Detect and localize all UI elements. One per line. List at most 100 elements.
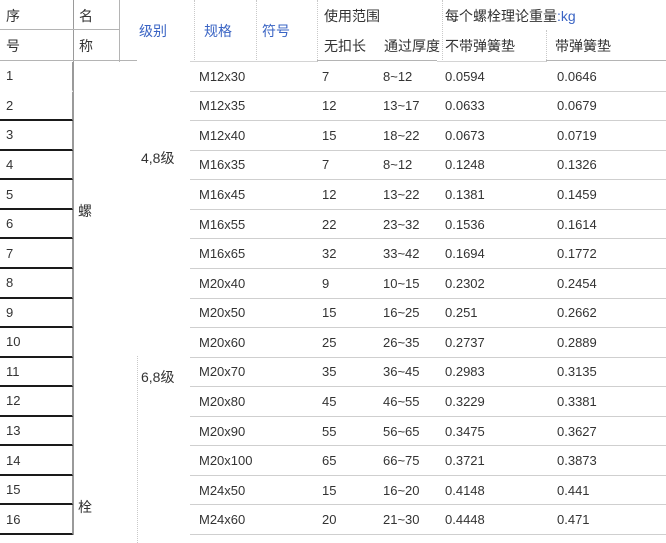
cell-symbol: [257, 151, 312, 181]
cell-symbol: [257, 92, 312, 122]
cell-weight-spring: 0.3873: [547, 446, 666, 476]
table-row: 2 M12x35 12 13~17 0.0633 0.0679: [0, 92, 666, 122]
cell-seq-number: 11: [0, 358, 73, 388]
cell-symbol: [257, 269, 312, 299]
cell-name-level-gap: [73, 62, 190, 92]
cell-symbol: [257, 121, 312, 151]
cell-thickness-range: 36~45: [375, 358, 437, 388]
cell-weight-spring: 0.1614: [547, 210, 666, 240]
cell-weight-spring: 0.3381: [547, 387, 666, 417]
cell-weight-plain: 0.1694: [437, 239, 547, 269]
header-without-spring-washer: 不带弹簧垫: [445, 39, 515, 54]
cell-thickness-range: 13~22: [375, 180, 437, 210]
cell-thickness-range: 13~17: [375, 92, 437, 122]
table-row: 3 M12x40 15 18~22 0.0673 0.0719: [0, 121, 666, 151]
cell-weight-plain: 0.4448: [437, 505, 547, 535]
table-row: 8 M20x40 9 10~15 0.2302 0.2454: [0, 269, 666, 299]
cell-symbol: [257, 476, 312, 506]
cell-seq-number: 15: [0, 476, 73, 506]
cell-no-thread-length: 55: [312, 417, 375, 447]
cell-symbol: [257, 446, 312, 476]
cell-weight-spring: 0.2454: [547, 269, 666, 299]
header-level: 级别: [139, 24, 167, 39]
cell-symbol: [257, 210, 312, 240]
table-row: 12 M20x80 45 46~55 0.3229 0.3381: [0, 387, 666, 417]
cell-weight-plain: 0.0673: [437, 121, 547, 151]
cell-name-level-gap: [73, 180, 190, 210]
cell-no-thread-length: 7: [312, 62, 375, 92]
spec-symbol-divider: [256, 0, 257, 62]
header-with-spring-washer: 带弹簧垫: [555, 39, 611, 54]
cell-spec: M20x90: [190, 417, 257, 447]
cell-weight-plain: 0.0594: [437, 62, 547, 92]
cell-spec: M24x60: [190, 505, 257, 535]
cell-no-thread-length: 20: [312, 505, 375, 535]
table-row: 1 M12x30 7 8~12 0.0594 0.0646: [0, 62, 666, 92]
cell-spec: M16x65: [190, 239, 257, 269]
cell-name-level-gap: [73, 358, 190, 388]
cell-no-thread-length: 15: [312, 299, 375, 329]
usage-weight-divider: [442, 0, 443, 62]
cell-seq-number: 9: [0, 299, 73, 329]
cell-thickness-range: 66~75: [375, 446, 437, 476]
table-row: 4 M16x35 7 8~12 0.1248 0.1326: [0, 151, 666, 181]
cell-symbol: [257, 180, 312, 210]
cell-thickness-range: 18~22: [375, 121, 437, 151]
cell-name-level-gap: [73, 121, 190, 151]
seq-name-header-split: [0, 29, 119, 30]
cell-seq-number: 13: [0, 417, 73, 447]
header-unit-weight: 每个螺栓理论重量:kg: [445, 9, 576, 24]
cell-no-thread-length: 15: [312, 121, 375, 151]
cell-thickness-range: 10~15: [375, 269, 437, 299]
cell-weight-plain: 0.1248: [437, 151, 547, 181]
cell-symbol: [257, 387, 312, 417]
cell-weight-spring: 0.0719: [547, 121, 666, 151]
cell-name-level-gap: [73, 210, 190, 240]
header-bottom-left: [0, 60, 137, 61]
cell-weight-spring: 0.1459: [547, 180, 666, 210]
cell-weight-plain: 0.1536: [437, 210, 547, 240]
cell-spec: M16x55: [190, 210, 257, 240]
cell-weight-spring: 0.0679: [547, 92, 666, 122]
cell-no-thread-length: 12: [312, 92, 375, 122]
cell-thickness-range: 21~30: [375, 505, 437, 535]
cell-weight-spring: 0.471: [547, 505, 666, 535]
cell-symbol: [257, 299, 312, 329]
cell-weight-spring: 0.2662: [547, 299, 666, 329]
cell-symbol: [257, 505, 312, 535]
cell-name-level-gap: [73, 269, 190, 299]
header-through-thickness: 通过厚度: [384, 39, 440, 54]
cell-spec: M20x70: [190, 358, 257, 388]
header-unit-weight-unit: :kg: [557, 8, 576, 24]
header-no-thread-length: 无扣长: [324, 39, 366, 54]
cell-no-thread-length: 7: [312, 151, 375, 181]
cell-no-thread-length: 65: [312, 446, 375, 476]
cell-weight-spring: 0.2889: [547, 328, 666, 358]
cell-seq-number: 3: [0, 121, 73, 151]
header-bottom-spring: [546, 60, 666, 61]
table-row: 11 M20x70 35 36~45 0.2983 0.3135: [0, 358, 666, 388]
cell-name-level-gap: [73, 505, 190, 535]
cell-seq-number: 4: [0, 151, 73, 181]
cell-spec: M12x35: [190, 92, 257, 122]
level-spec-divider: [194, 0, 195, 62]
cell-no-thread-length: 12: [312, 180, 375, 210]
cell-weight-plain: 0.2302: [437, 269, 547, 299]
cell-weight-spring: 0.1326: [547, 151, 666, 181]
cell-name-level-gap: [73, 328, 190, 358]
cell-weight-spring: 0.3135: [547, 358, 666, 388]
cell-spec: M20x100: [190, 446, 257, 476]
bolt-weight-table: 序 号 名 称 级别 规格 符号 使用范围 每个螺栓理论重量:kg 无扣长 通过…: [0, 0, 666, 543]
cell-spec: M20x80: [190, 387, 257, 417]
cell-weight-spring: 0.3627: [547, 417, 666, 447]
cell-weight-spring: 0.1772: [547, 239, 666, 269]
table-row: 6 M16x55 22 23~32 0.1536 0.1614: [0, 210, 666, 240]
cell-no-thread-length: 25: [312, 328, 375, 358]
header-seq-top: 序: [6, 9, 20, 24]
cell-spec: M20x40: [190, 269, 257, 299]
cell-symbol: [257, 239, 312, 269]
header-unit-weight-title: 每个螺栓理论重量: [445, 8, 557, 24]
cell-seq-number: 7: [0, 239, 73, 269]
cell-name-level-gap: [73, 417, 190, 447]
cell-symbol: [257, 358, 312, 388]
